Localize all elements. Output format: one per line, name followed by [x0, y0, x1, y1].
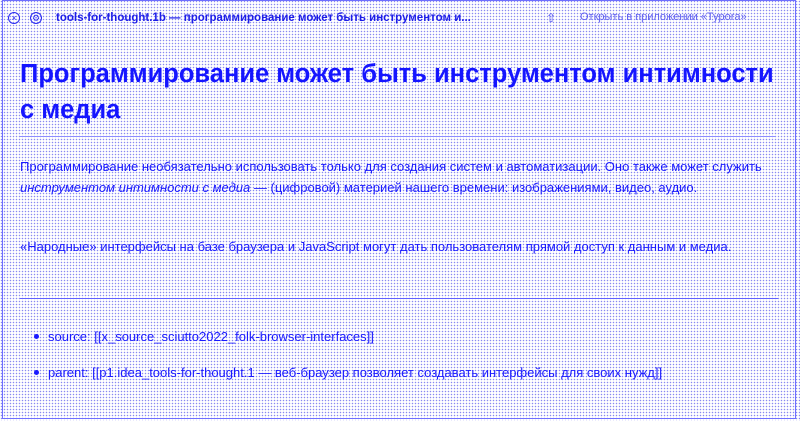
heading-underline	[20, 136, 776, 137]
paragraph-1-emphasis: инструментом интимности с медиа	[20, 180, 251, 195]
paragraph-2: «Народные» интерфейсы на базе браузера и…	[20, 239, 732, 254]
list-item: source: [[x_source_sciutto2022_folk-brow…	[34, 329, 374, 345]
settings-icon[interactable]: ⚙	[30, 12, 42, 24]
source-link[interactable]: source: [[x_source_sciutto2022_folk-brow…	[48, 329, 374, 344]
document-title: tools-for-thought.1b — программирование …	[56, 12, 471, 24]
list-item: parent: [[p1.idea_tools-for-thought.1 — …	[34, 365, 662, 381]
page-title: Программирование может быть инструментом…	[20, 60, 774, 124]
bullet-icon	[34, 370, 39, 376]
open-in-app-link[interactable]: Открыть в приложении «Typora»	[580, 11, 788, 23]
paragraph-1-text-end: — (цифровой) материей нашего времени: из…	[250, 180, 698, 195]
paragraph-1-text-start: Программирование необязательно использов…	[20, 159, 762, 174]
bullet-icon	[34, 334, 39, 340]
paragraph-1: Программирование необязательно использов…	[20, 156, 780, 198]
horizontal-rule	[20, 298, 778, 299]
pin-icon[interactable]: ⇧	[546, 11, 556, 25]
close-icon[interactable]: ×	[8, 12, 20, 24]
parent-link[interactable]: parent: [[p1.idea_tools-for-thought.1 — …	[48, 365, 662, 380]
